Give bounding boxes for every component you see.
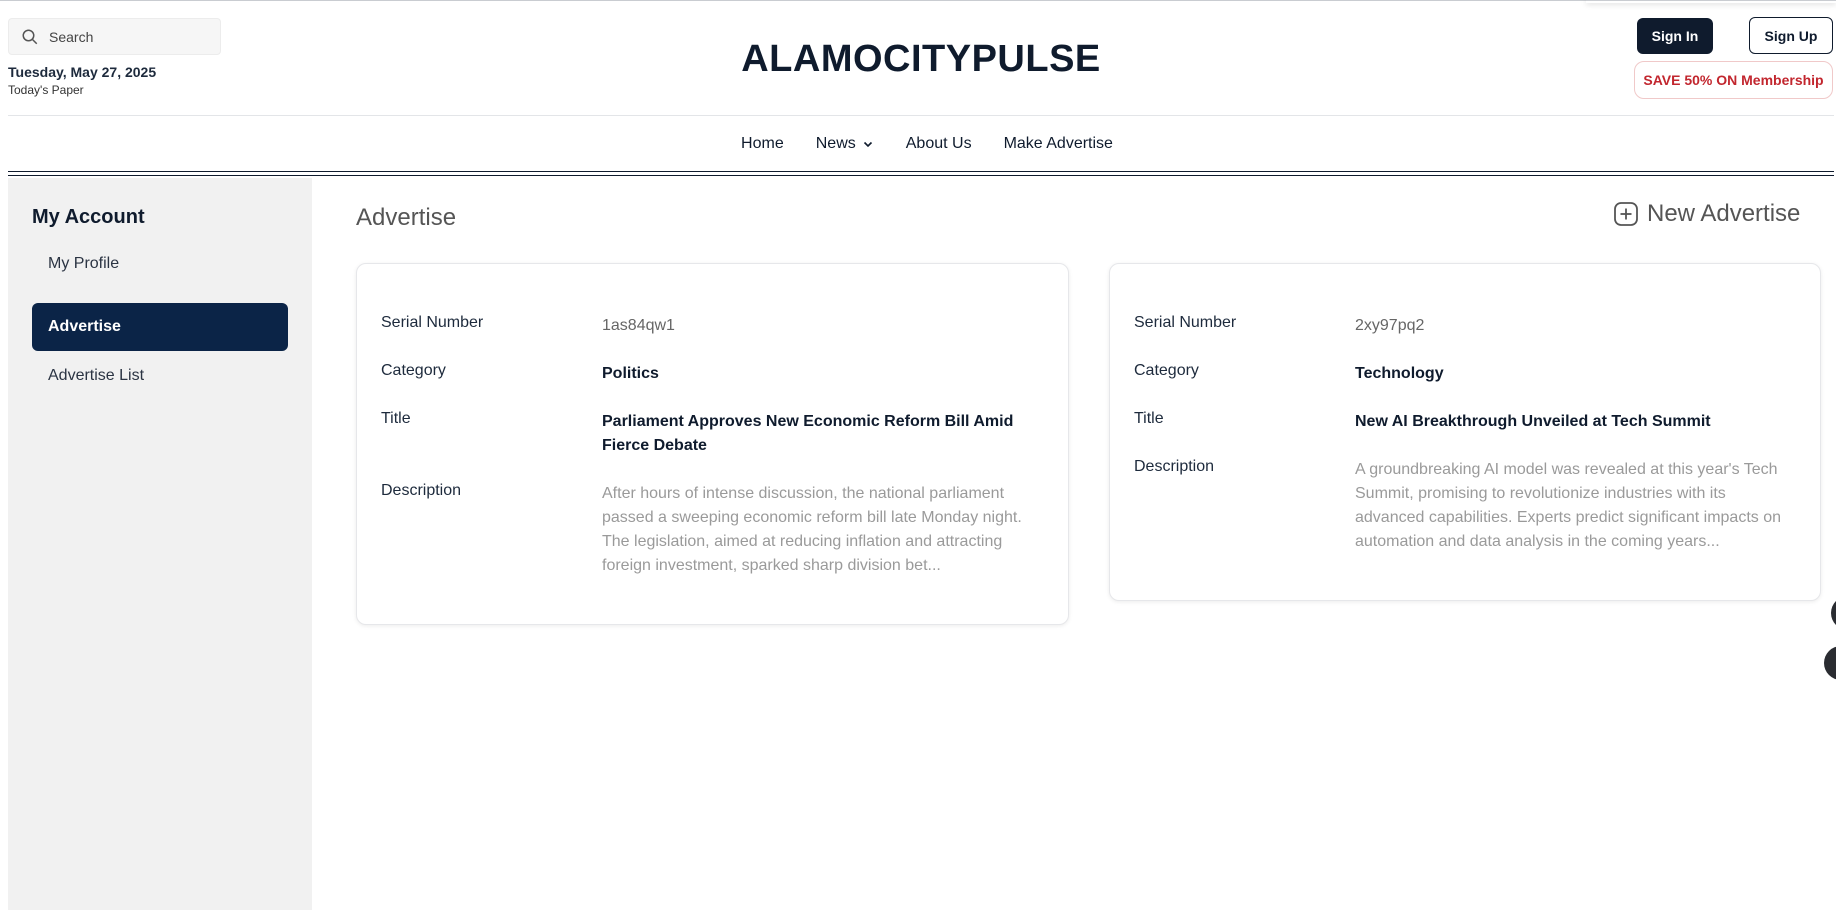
sign-in-button[interactable]: Sign In — [1637, 18, 1713, 54]
nav-item-make-advertise[interactable]: Make Advertise — [1004, 135, 1113, 153]
serial-value: 1as84qw1 — [602, 317, 675, 334]
title-label: Title — [381, 410, 411, 427]
new-advertise-button[interactable]: New Advertise — [1613, 200, 1800, 228]
nav-item-label: News — [815, 135, 856, 152]
site-logo[interactable]: ALAMOCITYPULSE — [0, 38, 1836, 81]
advertise-card[interactable]: Serial Number 2xy97pq2 Category Technolo… — [1109, 263, 1821, 601]
nav-divider-bottom — [8, 175, 1834, 176]
sign-up-button[interactable]: Sign Up — [1749, 17, 1833, 54]
category-row: Category Politics — [381, 362, 1044, 386]
title-value: Parliament Approves New Economic Reform … — [602, 413, 1014, 454]
header-divider — [8, 115, 1834, 116]
sidebar-title: My Account — [32, 206, 145, 228]
serial-row: Serial Number 1as84qw1 — [381, 314, 1044, 338]
plus-square-icon — [1614, 202, 1638, 226]
floating-action-widget[interactable] — [1824, 646, 1836, 680]
sidebar-item-advertise[interactable]: Advertise — [32, 303, 288, 351]
category-row: Category Technology — [1134, 362, 1796, 386]
sidebar-item-my-profile[interactable]: My Profile — [32, 240, 288, 288]
title-label: Title — [1134, 410, 1164, 427]
serial-value: 2xy97pq2 — [1355, 317, 1425, 334]
membership-promo-button[interactable]: SAVE 50% ON Membership — [1634, 61, 1833, 99]
sidebar-item-advertise-list[interactable]: Advertise List — [32, 352, 288, 400]
serial-label: Serial Number — [1134, 314, 1237, 331]
category-label: Category — [381, 362, 446, 379]
description-label: Description — [1134, 458, 1215, 475]
description-row: Description A groundbreaking AI model wa… — [1134, 458, 1796, 554]
nav-item-news[interactable]: News — [816, 135, 874, 153]
floating-chat-widget[interactable] — [1831, 596, 1836, 630]
category-value: Politics — [602, 365, 659, 382]
chevron-down-icon — [863, 141, 872, 148]
page-title: Advertise — [356, 204, 457, 231]
sidebar-item-label: Advertise — [48, 318, 121, 335]
serial-row: Serial Number 2xy97pq2 — [1134, 314, 1796, 338]
title-row: Title Parliament Approves New Economic R… — [381, 410, 1044, 458]
account-sidebar: My Account My Profile Advertise Advertis… — [8, 178, 312, 910]
todays-paper-link[interactable]: Today's Paper — [8, 83, 84, 97]
description-label: Description — [381, 482, 462, 499]
title-row: Title New AI Breakthrough Unveiled at Te… — [1134, 410, 1796, 434]
main-nav: Home News About Us Make Advertise — [0, 126, 1836, 162]
description-value: After hours of intense discussion, the n… — [602, 485, 1022, 574]
sidebar-item-label: My Profile — [48, 255, 120, 272]
new-advertise-label: New Advertise — [1647, 200, 1801, 227]
category-label: Category — [1134, 362, 1199, 379]
nav-item-label: Home — [741, 135, 784, 152]
nav-item-home[interactable]: Home — [741, 135, 784, 153]
sidebar-item-label: Advertise List — [48, 367, 145, 384]
site-header: Tuesday, May 27, 2025 Today's Paper ALAM… — [0, 0, 1836, 116]
nav-item-label: About Us — [905, 135, 972, 152]
title-value: New AI Breakthrough Unveiled at Tech Sum… — [1355, 413, 1711, 430]
advertise-card[interactable]: Serial Number 1as84qw1 Category Politics… — [356, 263, 1069, 625]
nav-item-label: Make Advertise — [1003, 135, 1113, 152]
category-value: Technology — [1355, 365, 1444, 382]
serial-label: Serial Number — [381, 314, 484, 331]
nav-item-about-us[interactable]: About Us — [906, 135, 972, 153]
description-value: A groundbreaking AI model was revealed a… — [1355, 461, 1781, 550]
nav-divider-top — [8, 171, 1834, 172]
description-row: Description After hours of intense discu… — [381, 482, 1044, 578]
